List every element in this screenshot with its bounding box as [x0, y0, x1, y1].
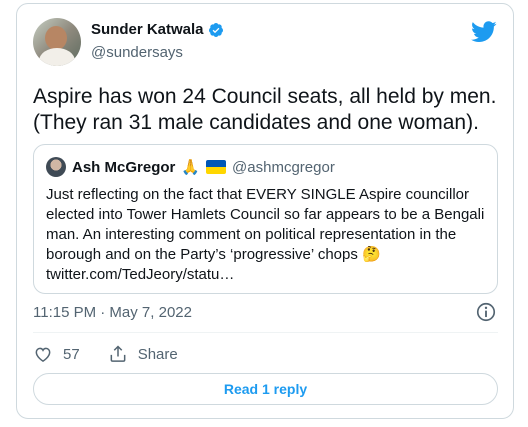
- quoted-tweet[interactable]: Ash McGregor 🙏 @ashmcgregor Just reflect…: [33, 144, 498, 294]
- author-display-name[interactable]: Sunder Katwala: [91, 21, 204, 38]
- divider: [33, 332, 498, 333]
- read-replies-button[interactable]: Read 1 reply: [33, 373, 498, 405]
- heart-icon: [35, 347, 51, 362]
- quoted-author-row: Ash McGregor 🙏 @ashmcgregor: [72, 158, 335, 177]
- quoted-author-name[interactable]: Ash McGregor: [72, 159, 175, 176]
- ukraine-flag-icon: [206, 160, 227, 174]
- tweet-card: Sunder Katwala @sundersays Aspire has wo…: [16, 3, 514, 419]
- folded-hands-emoji: 🙏: [181, 159, 201, 176]
- like-button[interactable]: 57: [33, 344, 80, 364]
- info-icon[interactable]: [475, 301, 497, 323]
- author-avatar[interactable]: [33, 18, 81, 66]
- share-label: Share: [137, 345, 178, 363]
- author-handle[interactable]: @sundersays: [91, 44, 183, 61]
- verified-badge-icon: [208, 22, 223, 37]
- quoted-author-avatar[interactable]: [46, 157, 66, 177]
- tweet-timestamp[interactable]: 11:15 PM · May 7, 2022: [33, 304, 192, 321]
- twitter-bird-icon[interactable]: [471, 21, 497, 43]
- like-count: 57: [63, 345, 80, 363]
- tweet-actions: 57 Share: [33, 344, 178, 364]
- quoted-tweet-text: Just reflecting on the fact that EVERY S…: [46, 186, 485, 283]
- share-icon: [110, 345, 126, 362]
- tweet-text: Aspire has won 24 Council seats, all hel…: [33, 85, 497, 134]
- quoted-author-handle[interactable]: @ashmcgregor: [232, 159, 335, 176]
- share-button[interactable]: Share: [108, 344, 178, 364]
- author-name-row: Sunder Katwala: [91, 21, 224, 38]
